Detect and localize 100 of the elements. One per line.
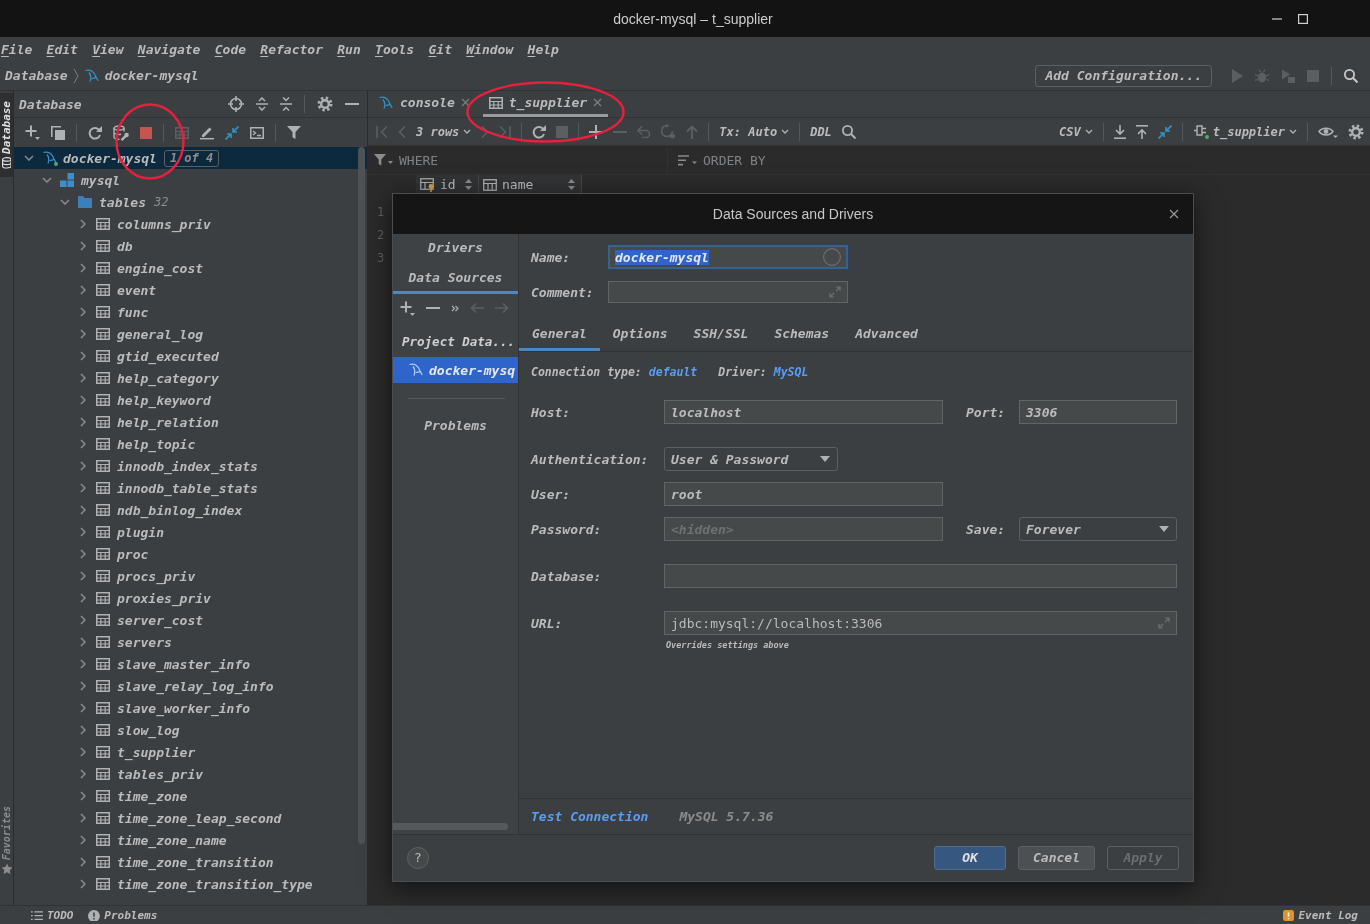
breadcrumb-item[interactable]: Database bbox=[5, 68, 68, 83]
add-icon[interactable] bbox=[589, 124, 604, 139]
chevron-icon[interactable] bbox=[80, 615, 86, 625]
tree-item[interactable]: procs_priv bbox=[14, 565, 367, 587]
tree-item[interactable]: ndb_binlog_index bbox=[14, 499, 367, 521]
tree-item[interactable]: servers bbox=[14, 631, 367, 653]
eye-icon[interactable] bbox=[1318, 125, 1338, 138]
maximize-icon[interactable] bbox=[1298, 13, 1308, 24]
name-field[interactable]: docker-mysql bbox=[608, 245, 848, 269]
tool-window-button[interactable]: Problems bbox=[88, 909, 158, 922]
connection-type-link[interactable]: default bbox=[648, 365, 698, 379]
datasource-dropdown[interactable]: t_supplier bbox=[1192, 124, 1297, 139]
export-format-dropdown[interactable]: CSV bbox=[1059, 124, 1093, 139]
menu-item[interactable]: Run bbox=[337, 42, 361, 57]
tree-item[interactable]: tables_priv bbox=[14, 763, 367, 785]
chevron-icon[interactable] bbox=[60, 199, 70, 205]
chevron-icon[interactable] bbox=[80, 395, 86, 405]
url-field[interactable]: jdbc:mysql://localhost:3306 bbox=[664, 611, 1177, 635]
tree-item[interactable]: innodb_table_stats bbox=[14, 477, 367, 499]
tree-item[interactable]: help_topic bbox=[14, 433, 367, 455]
copy-icon[interactable] bbox=[51, 125, 65, 140]
tree-item[interactable]: columns_priv bbox=[14, 213, 367, 235]
dialog-button[interactable]: Cancel bbox=[1018, 845, 1095, 870]
menu-item[interactable]: Refactor bbox=[260, 42, 323, 57]
chevron-icon[interactable] bbox=[80, 857, 86, 867]
menu-item[interactable]: File bbox=[1, 42, 33, 57]
tree-item[interactable]: engine_cost bbox=[14, 257, 367, 279]
breadcrumb-item[interactable]: docker-mysql bbox=[104, 68, 199, 83]
locate-icon[interactable] bbox=[228, 96, 244, 112]
tree-item[interactable]: innodb_index_stats bbox=[14, 455, 367, 477]
chevron-icon[interactable] bbox=[80, 417, 86, 427]
chevron-icon[interactable] bbox=[80, 373, 86, 383]
tree-item[interactable]: time_zone_transition bbox=[14, 851, 367, 873]
menu-item[interactable]: Help bbox=[527, 42, 559, 57]
tree-item[interactable]: gtid_executed bbox=[14, 345, 367, 367]
page-size-dropdown[interactable]: 3 rows bbox=[416, 124, 472, 139]
tree-item[interactable]: time_zone bbox=[14, 785, 367, 807]
tree-item[interactable]: db bbox=[14, 235, 367, 257]
chevron-icon[interactable] bbox=[80, 483, 86, 493]
tool-window-button[interactable]: Event Log bbox=[1283, 909, 1358, 922]
settings-tab[interactable]: Schemas bbox=[761, 319, 843, 351]
user-field[interactable]: root bbox=[664, 482, 943, 506]
dialog-button[interactable]: OK bbox=[934, 845, 1007, 870]
settings-tab[interactable]: Options bbox=[599, 319, 681, 351]
settings-tab[interactable]: General bbox=[519, 319, 600, 351]
settings-tab[interactable]: SSH/SSL bbox=[680, 319, 762, 351]
tree-item[interactable]: plugin bbox=[14, 521, 367, 543]
sidebar-tab[interactable]: Data Sources bbox=[393, 264, 518, 294]
test-connection-link[interactable]: Test Connection bbox=[531, 809, 649, 824]
expand-all-icon[interactable] bbox=[256, 97, 268, 111]
chevron-icon[interactable] bbox=[80, 263, 86, 273]
chevron-icon[interactable] bbox=[80, 307, 86, 317]
tree-item[interactable]: proc bbox=[14, 543, 367, 565]
settings-icon[interactable] bbox=[317, 96, 333, 112]
ddl-button[interactable]: DDL bbox=[810, 124, 832, 139]
editor-tab[interactable]: console bbox=[372, 91, 476, 117]
arrows-icon[interactable] bbox=[225, 125, 239, 140]
tool-window-button[interactable]: Database bbox=[0, 93, 13, 177]
chevron-icon[interactable] bbox=[80, 791, 86, 801]
menu-item[interactable]: Window bbox=[466, 42, 514, 57]
chevron-icon[interactable] bbox=[80, 637, 86, 647]
host-field[interactable]: localhost bbox=[664, 400, 943, 424]
pencil-icon[interactable] bbox=[200, 125, 214, 140]
driver-link[interactable]: MySQL bbox=[773, 365, 809, 379]
chevron-icon[interactable] bbox=[80, 725, 86, 735]
comment-field[interactable] bbox=[608, 281, 848, 303]
stop-icon[interactable] bbox=[140, 126, 152, 139]
scrollbar[interactable] bbox=[393, 823, 508, 830]
help-button[interactable]: ? bbox=[407, 846, 429, 869]
add-icon[interactable] bbox=[400, 300, 415, 316]
expand-icon[interactable] bbox=[1158, 617, 1170, 629]
search-icon[interactable] bbox=[1344, 68, 1358, 83]
transaction-mode-dropdown[interactable]: Tx: Auto bbox=[719, 124, 790, 139]
tree-item[interactable]: proxies_priv bbox=[14, 587, 367, 609]
menu-item[interactable]: Code bbox=[214, 42, 247, 57]
arrows-icon[interactable] bbox=[1157, 124, 1172, 139]
chevron-icon[interactable] bbox=[80, 703, 86, 713]
database-field[interactable] bbox=[664, 564, 1177, 588]
collapse-all-icon[interactable] bbox=[280, 97, 292, 111]
double-chevron-icon[interactable] bbox=[451, 304, 459, 312]
close-icon[interactable] bbox=[1169, 209, 1179, 219]
menu-item[interactable]: Edit bbox=[46, 42, 78, 57]
menu-item[interactable]: Tools bbox=[375, 42, 415, 57]
tree-item[interactable]: time_zone_transition_type bbox=[14, 873, 367, 895]
chevron-icon[interactable] bbox=[80, 241, 86, 251]
menu-item[interactable]: View bbox=[92, 42, 124, 57]
chevron-icon[interactable] bbox=[80, 549, 86, 559]
tree-item[interactable]: help_category bbox=[14, 367, 367, 389]
chevron-icon[interactable] bbox=[80, 219, 86, 229]
menu-item[interactable]: Navigate bbox=[137, 42, 201, 57]
save-dropdown[interactable]: Forever bbox=[1019, 517, 1177, 541]
chevron-icon[interactable] bbox=[80, 461, 86, 471]
chevron-icon[interactable] bbox=[80, 351, 86, 361]
upload-icon[interactable] bbox=[1135, 124, 1148, 139]
problems-item[interactable]: Problems bbox=[393, 417, 518, 435]
search-icon[interactable] bbox=[841, 124, 856, 139]
minimize-icon[interactable] bbox=[1272, 17, 1282, 20]
where-filter-field[interactable]: WHERE bbox=[368, 146, 668, 174]
tree-item[interactable]: t_supplier bbox=[14, 741, 367, 763]
chevron-icon[interactable] bbox=[80, 439, 86, 449]
